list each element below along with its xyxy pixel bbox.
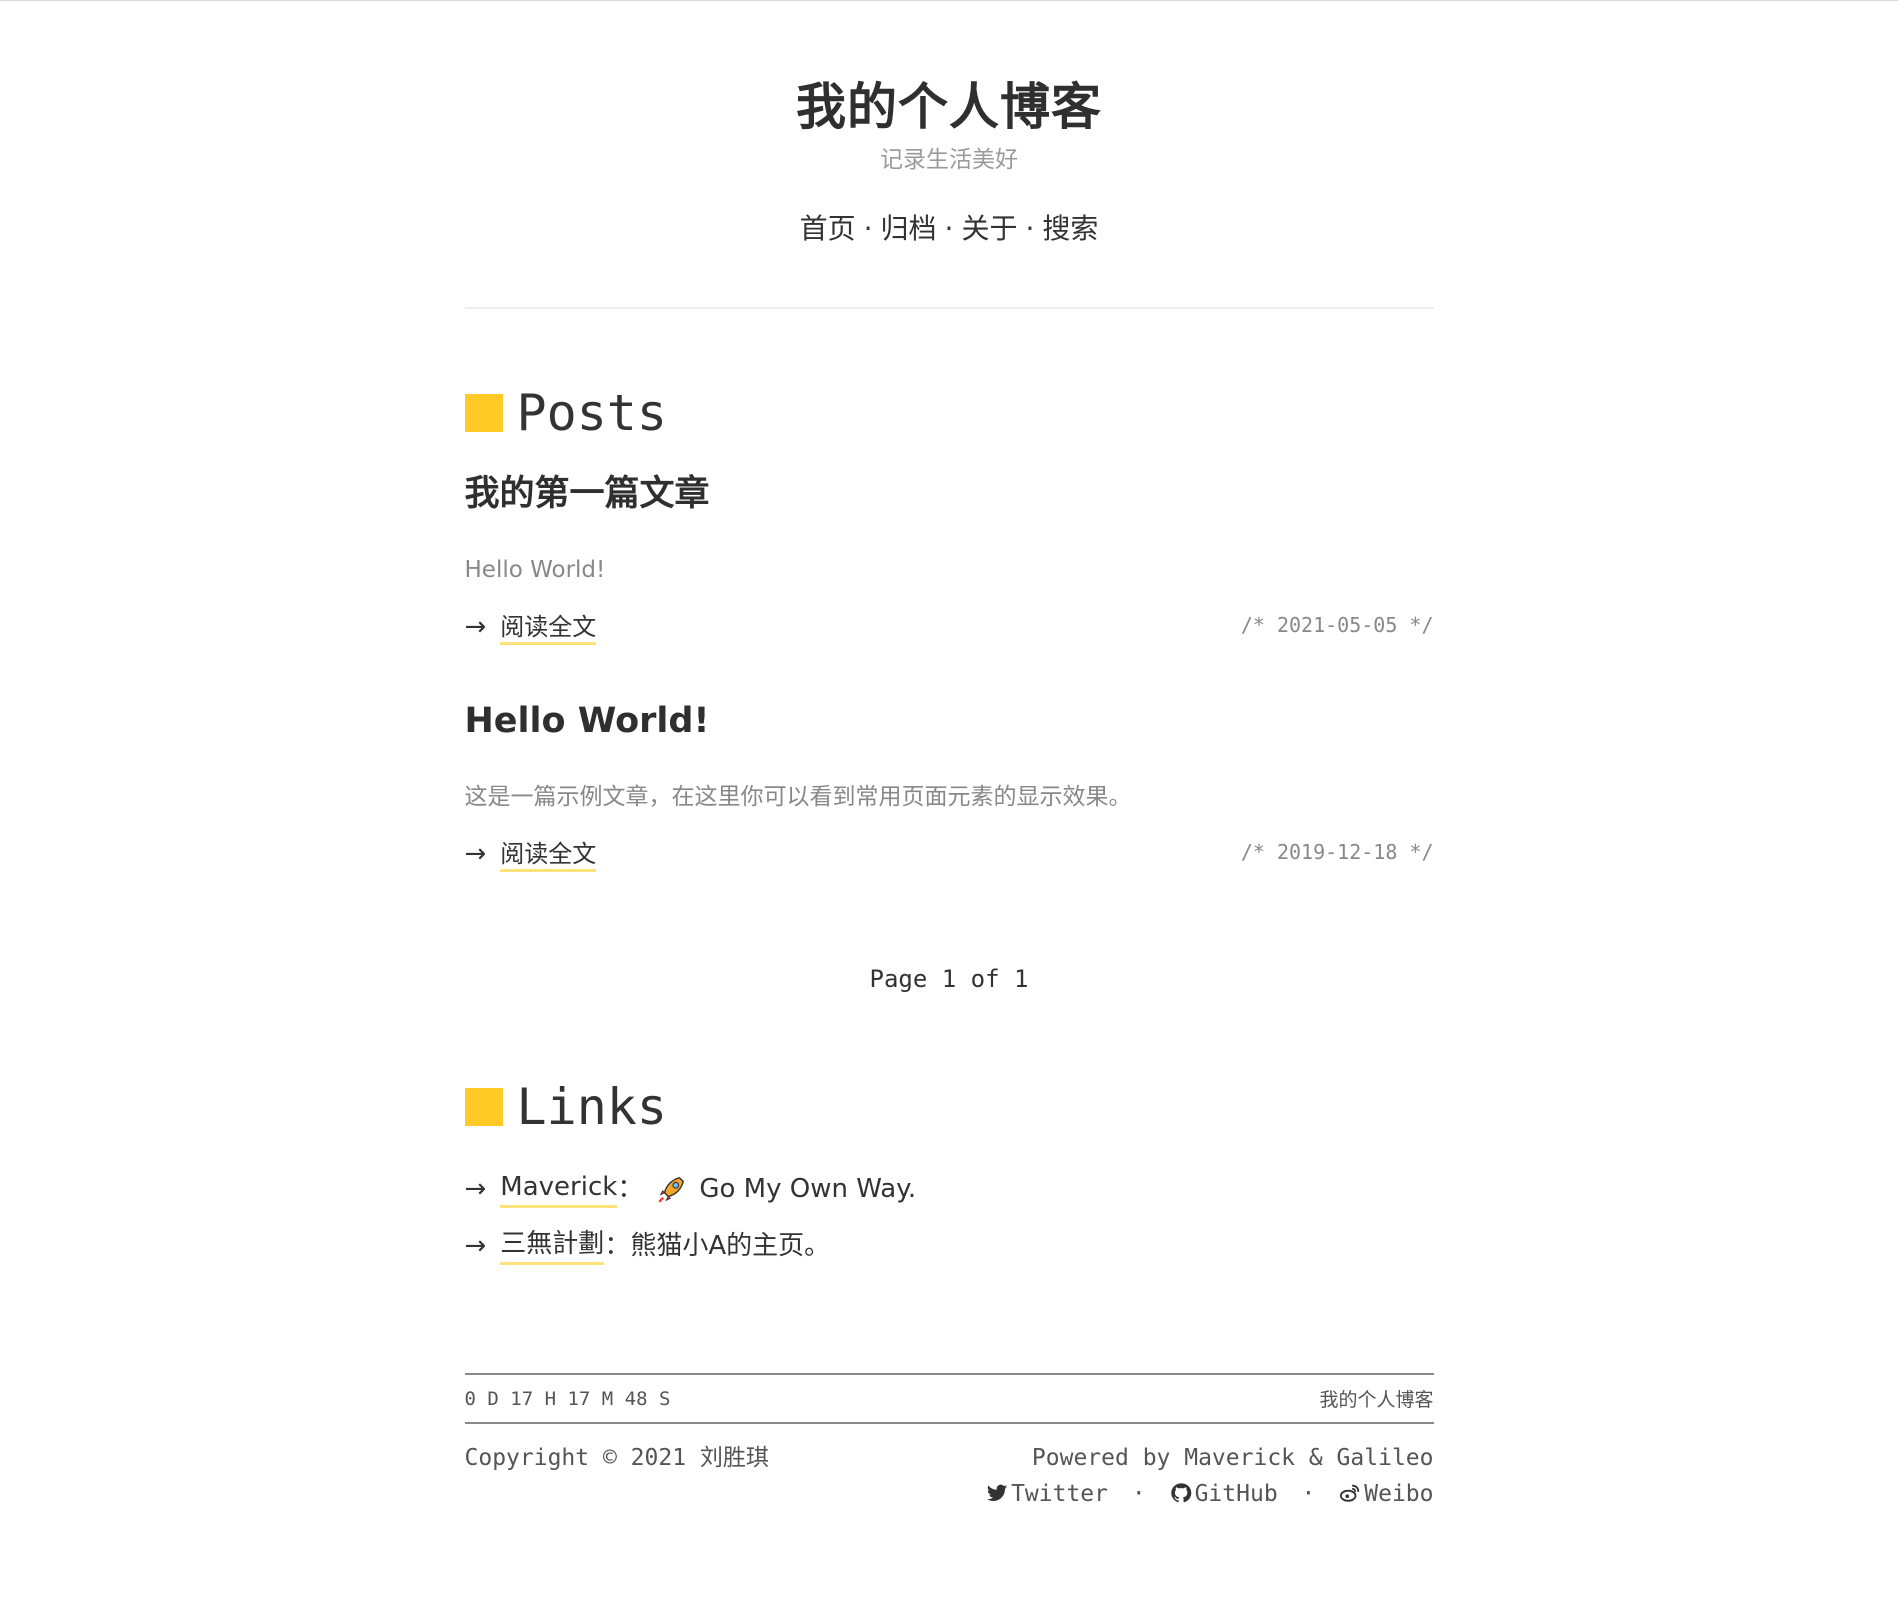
header-divider — [464, 307, 1434, 309]
list-item: → 三無計劃：熊猫小A的主页。 — [465, 1226, 1434, 1265]
list-item: → Maverick： Go My Own Way. — [465, 1169, 1434, 1208]
link-description: Go My Own Way. — [699, 1173, 917, 1204]
uptime-timer: 0 D 17 H 17 M 48 S — [464, 1387, 671, 1410]
twitter-label: Twitter — [1011, 1481, 1108, 1507]
social-separator: · — [1131, 1481, 1146, 1507]
link-colon: ： — [604, 1230, 631, 1261]
arrow-right-icon: → — [464, 612, 487, 642]
footer-site-title[interactable]: 我的个人博客 — [1319, 1385, 1433, 1412]
post-footer: → 阅读全文 /* 2021-05-05 */ — [464, 607, 1434, 645]
copyright-text: Copyright © 2021 刘胜琪 — [464, 1445, 769, 1471]
github-label: GitHub — [1194, 1481, 1278, 1507]
links-list: → Maverick： Go My Own Way. → 三無計劃：熊猫小A的主页。 — [465, 1169, 1434, 1265]
site-subtitle: 记录生活美好 — [880, 147, 1018, 173]
posts-heading: Posts — [464, 384, 1434, 442]
post-excerpt: 这是一篇示例文章，在这里你可以看到常用页面元素的显示效果。 — [464, 784, 1132, 810]
site-footer: 0 D 17 H 17 M 48 S 我的个人博客 Copyright © 20… — [464, 1373, 1434, 1512]
arrow-right-icon: → — [464, 1230, 487, 1261]
post-item: Hello World! 这是一篇示例文章，在这里你可以看到常用页面元素的显示效… — [464, 698, 1434, 872]
read-more-link[interactable]: 阅读全文 — [500, 840, 597, 872]
nav-separator: · — [944, 212, 954, 245]
weibo-icon — [1340, 1484, 1360, 1502]
post-excerpt: Hello World! — [464, 557, 606, 583]
link-colon: ： — [617, 1173, 644, 1204]
links-heading-text: Links — [516, 1078, 668, 1136]
nav-separator: · — [1025, 212, 1035, 245]
pagination-status: Page 1 of 1 — [869, 965, 1029, 993]
site-title[interactable]: 我的个人博客 — [465, 77, 1434, 137]
link-description: 熊猫小A的主页。 — [630, 1230, 831, 1261]
social-links: Twitter · GitHub · Weibo — [986, 1476, 1434, 1512]
footer-right: Powered by Maverick & Galileo Twitter · … — [986, 1440, 1434, 1512]
nav-about[interactable]: 关于 — [961, 212, 1017, 245]
nav-search[interactable]: 搜索 — [1042, 212, 1098, 245]
post-item: 我的第一篇文章 Hello World! → 阅读全文 /* 2021-05-05… — [464, 471, 1434, 645]
footer-bottom: Copyright © 2021 刘胜琪 Powered by Maverick… — [465, 1440, 1434, 1512]
twitter-icon — [986, 1484, 1008, 1501]
links-heading: Links — [464, 1078, 1434, 1136]
post-footer: → 阅读全文 /* 2019-12-18 */ — [464, 834, 1434, 872]
post-date: /* 2021-05-05 */ — [1240, 612, 1434, 637]
footer-bar: 0 D 17 H 17 M 48 S 我的个人博客 — [464, 1373, 1434, 1424]
posts-heading-text: Posts — [516, 384, 668, 442]
main-nav: 首页 · 归档 · 关于 · 搜索 — [465, 209, 1434, 249]
weibo-link[interactable]: Weibo — [1325, 1481, 1434, 1507]
twitter-link[interactable]: Twitter — [986, 1481, 1122, 1507]
accent-square-icon — [464, 394, 503, 432]
nav-separator: · — [863, 212, 873, 245]
links-section: Links → Maverick： Go My Own Way. → 三無計劃：熊猫… — [464, 1078, 1434, 1265]
nav-archive[interactable]: 归档 — [881, 212, 937, 245]
posts-section: Posts 我的第一篇文章 Hello World! → 阅读全文 /* 2021… — [464, 384, 1434, 993]
post-title[interactable]: Hello World! — [465, 698, 1434, 744]
read-more-link[interactable]: 阅读全文 — [500, 613, 597, 645]
post-title[interactable]: 我的第一篇文章 — [465, 471, 1434, 517]
rocket-icon — [658, 1176, 685, 1202]
accent-square-icon — [464, 1088, 503, 1126]
arrow-right-icon: → — [464, 1173, 487, 1204]
link-sanwujihua[interactable]: 三無計劃 — [500, 1226, 605, 1265]
social-separator: · — [1301, 1481, 1316, 1507]
github-link[interactable]: GitHub — [1156, 1481, 1292, 1507]
github-icon — [1170, 1483, 1191, 1503]
link-maverick[interactable]: Maverick — [500, 1169, 618, 1208]
weibo-label: Weibo — [1364, 1481, 1434, 1507]
powered-by-text: Powered by Maverick & Galileo — [1031, 1445, 1434, 1471]
arrow-right-icon: → — [464, 839, 487, 869]
post-date: /* 2019-12-18 */ — [1240, 839, 1434, 864]
nav-home[interactable]: 首页 — [800, 212, 856, 245]
site-header: 我的个人博客 记录生活美好 首页 · 归档 · 关于 · 搜索 — [465, 1, 1434, 249]
